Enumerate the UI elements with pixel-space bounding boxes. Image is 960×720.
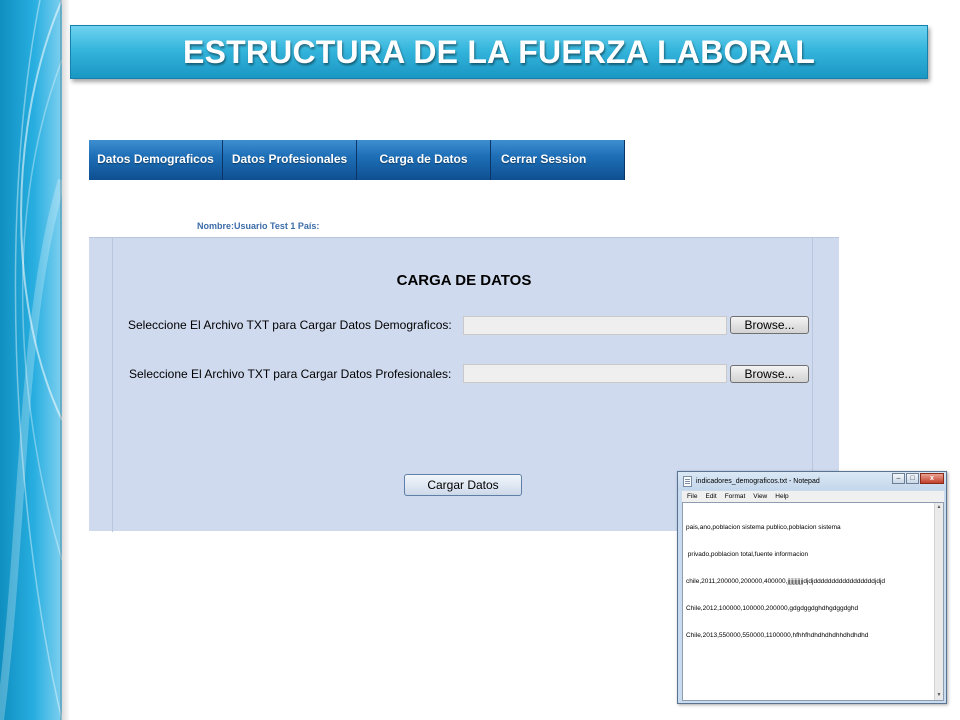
- maximize-icon[interactable]: □: [906, 473, 919, 484]
- nav-item-carga-de-datos[interactable]: Carga de Datos: [357, 140, 491, 180]
- text-line: Chile,2013,550000,550000,1100000,hfhhfhd…: [686, 632, 869, 639]
- notepad-menubar: File Edit Format View Help: [682, 491, 944, 502]
- nav-item-cerrar-session[interactable]: Cerrar Session: [491, 140, 625, 180]
- notepad-content: pais,ano,poblacion sistema publico,pobla…: [686, 505, 930, 658]
- professional-file-label: Seleccione El Archivo TXT para Cargar Da…: [129, 367, 452, 381]
- demographic-file-label: Seleccione El Archivo TXT para Cargar Da…: [128, 318, 452, 332]
- notepad-window: indicadores_demograficos.txt - Notepad –…: [677, 471, 947, 704]
- professional-upload-row: Seleccione El Archivo TXT para Cargar Da…: [129, 364, 451, 384]
- scroll-up-icon[interactable]: ▲: [935, 503, 943, 512]
- text-line: Chile,2012,100000,100000,200000,gdgdggdg…: [686, 605, 859, 612]
- demographic-browse-button[interactable]: Browse...: [730, 316, 809, 334]
- notepad-titlebar[interactable]: indicadores_demograficos.txt - Notepad –…: [678, 472, 946, 490]
- menu-view[interactable]: View: [753, 493, 767, 500]
- cargar-datos-button[interactable]: Cargar Datos: [404, 474, 522, 496]
- text-line: chile,2011,200000,200000,400000,jjjjjjjj…: [686, 578, 886, 585]
- text-line: pais,ano,poblacion sistema publico,pobla…: [686, 524, 841, 531]
- notepad-title: indicadores_demograficos.txt - Notepad: [696, 477, 820, 485]
- notepad-file-icon: [683, 475, 692, 487]
- menu-edit[interactable]: Edit: [705, 493, 716, 500]
- window-controls: – □ x: [891, 473, 944, 484]
- professional-browse-button[interactable]: Browse...: [730, 365, 809, 383]
- menu-format[interactable]: Format: [725, 493, 746, 500]
- user-info: Nombre:Usuario Test 1 País:: [197, 221, 320, 231]
- vertical-scrollbar[interactable]: ▲ ▼: [934, 503, 943, 700]
- scroll-down-icon[interactable]: ▼: [935, 691, 943, 700]
- demographic-upload-row: Seleccione El Archivo TXT para Cargar Da…: [128, 315, 452, 335]
- wave-decoration: [0, 0, 62, 720]
- demographic-file-input[interactable]: [463, 316, 727, 335]
- text-line: privado,poblacion total,fuente informaci…: [686, 551, 809, 558]
- professional-file-input[interactable]: [463, 364, 727, 383]
- close-icon[interactable]: x: [920, 473, 944, 484]
- minimize-icon[interactable]: –: [892, 473, 905, 484]
- decorative-side-band: [0, 0, 62, 720]
- slide-title-banner: ESTRUCTURA DE LA FUERZA LABORAL: [70, 25, 928, 79]
- side-band-shadow: [60, 0, 70, 720]
- notepad-text-area[interactable]: pais,ano,poblacion sistema publico,pobla…: [682, 502, 944, 701]
- slide-title: ESTRUCTURA DE LA FUERZA LABORAL: [183, 33, 815, 70]
- nav-item-datos-profesionales[interactable]: Datos Profesionales: [223, 140, 357, 180]
- upload-heading: CARGA DE DATOS: [396, 272, 532, 289]
- main-nav: Datos Demograficos Datos Profesionales C…: [89, 140, 625, 180]
- nav-item-datos-demograficos[interactable]: Datos Demograficos: [89, 140, 223, 180]
- menu-help[interactable]: Help: [775, 493, 788, 500]
- menu-file[interactable]: File: [687, 493, 697, 500]
